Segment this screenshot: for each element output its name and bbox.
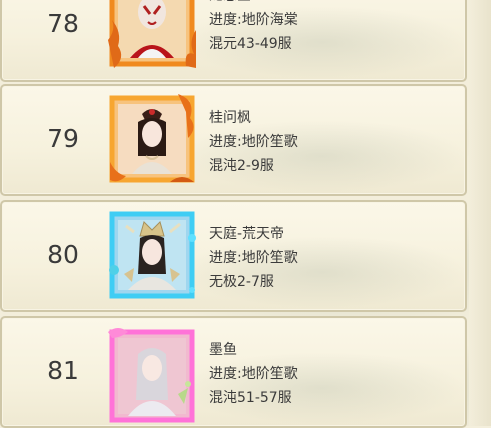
player-avatar[interactable] [108, 92, 196, 183]
player-avatar[interactable] [108, 324, 196, 423]
player-name: 墨鱼 [209, 342, 237, 358]
player-progress: 进度:地阶笙歌 [209, 250, 298, 266]
player-name: 桂问枫 [209, 110, 251, 126]
player-server: 混沌2-9服 [209, 158, 274, 174]
player-progress: 进度:地阶笙歌 [209, 366, 298, 382]
flame-frame-icon [108, 0, 196, 68]
player-info: 桂问枫 进度:地阶笙歌 混沌2-9服 [209, 106, 298, 178]
ice-frame-icon [109, 211, 196, 299]
player-progress: 进度:地阶笙歌 [209, 134, 298, 150]
player-info: 龙忘丞 进度:地阶海棠 混元43-49服 [209, 0, 298, 56]
rank-row-81[interactable]: 81 墨鱼 进度:地阶笙歌 混沌51-57服 [0, 316, 467, 428]
rank-number: 80 [47, 240, 79, 269]
player-server: 混沌51-57服 [209, 390, 292, 406]
player-avatar[interactable] [108, 0, 196, 68]
player-server: 混元43-49服 [209, 36, 292, 52]
rank-number: 81 [47, 356, 79, 385]
list-right-edge [469, 0, 491, 426]
flame-frame-icon [109, 94, 195, 183]
player-info: 墨鱼 进度:地阶笙歌 混沌51-57服 [209, 338, 298, 410]
player-info: 天庭-荒天帝 进度:地阶笙歌 无极2-7服 [209, 222, 298, 294]
rank-number: 79 [47, 124, 79, 153]
rank-row-78[interactable]: 78 龙忘丞 进度:地阶海棠 混元43-49服 [0, 0, 467, 82]
rank-row-79[interactable]: 79 桂问枫 进度:地阶笙歌 混沌2-9服 [0, 84, 467, 196]
pink-frame-icon [108, 328, 195, 423]
player-name: 龙忘丞 [209, 0, 298, 8]
rank-row-80[interactable]: 80 天庭-荒天帝 进度:地阶笙歌 无极2-7服 [0, 200, 467, 312]
player-avatar[interactable] [108, 208, 196, 299]
ranking-list[interactable]: 78 龙忘丞 进度:地阶海棠 混元43-49服 79 [0, 0, 470, 428]
player-progress: 进度:地阶海棠 [209, 12, 298, 28]
player-name: 天庭-荒天帝 [209, 226, 285, 242]
rank-number: 78 [47, 9, 79, 38]
player-server: 无极2-7服 [209, 274, 274, 290]
